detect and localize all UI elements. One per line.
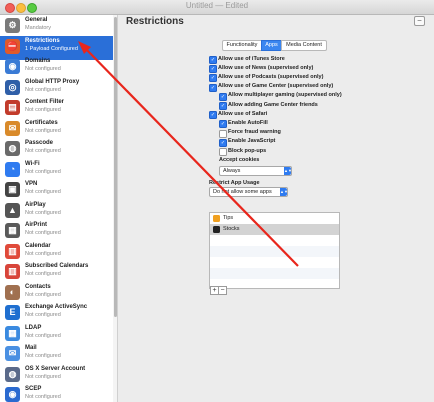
annotation-arrow-shaft bbox=[83, 46, 299, 267]
profile-window: Untitled — Edited ⚙ General Mandatory ⛔ Rest… bbox=[0, 0, 434, 402]
annotation-arrow bbox=[78, 41, 299, 267]
